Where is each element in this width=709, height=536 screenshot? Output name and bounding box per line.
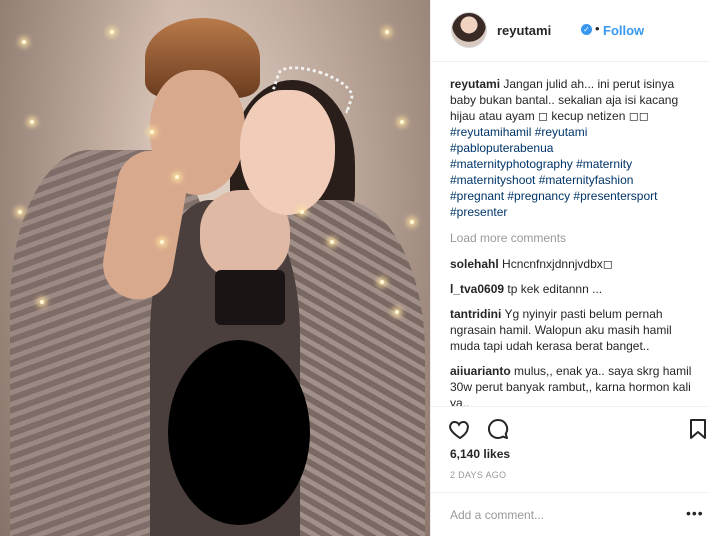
comment-username[interactable]: tantridini	[450, 307, 501, 321]
caption-hashtags[interactable]: #maternityshoot #maternityfashion	[450, 172, 700, 188]
header-separator: •	[595, 21, 600, 36]
comment-text: tp kek editannn ...	[507, 282, 603, 296]
load-more-comments-button[interactable]: Load more comments	[450, 230, 700, 246]
post-timestamp: 2 DAYS AGO	[450, 470, 507, 480]
fairy-light	[40, 300, 44, 304]
post-photo[interactable]	[0, 0, 430, 536]
add-comment-bar: •••	[431, 492, 709, 536]
post-sidebar: reyutami ✓ • Follow reyutami Jangan juli…	[430, 0, 709, 536]
comment-bubble-icon[interactable]	[486, 417, 510, 441]
caption-hashtags[interactable]: #reyutamihamil #reyutami	[450, 124, 700, 140]
post-header: reyutami ✓ • Follow	[431, 0, 709, 62]
fairy-light	[160, 240, 164, 244]
bookmark-icon[interactable]	[686, 417, 709, 441]
photo-top	[215, 270, 285, 325]
photo-man-face	[150, 70, 245, 195]
comment-item: aiiuarianto mulus,, enak ya.. saya skrg …	[450, 363, 700, 406]
fairy-light	[30, 120, 34, 124]
comment-username[interactable]: l_tva0609	[450, 282, 504, 296]
fairy-light	[110, 30, 114, 34]
comment-text: Hcncnfnxjdnnjvdbx◻	[502, 257, 613, 271]
likes-count[interactable]: 6,140 likes	[450, 447, 510, 461]
censor-blur	[168, 340, 310, 525]
comments-list[interactable]: reyutami Jangan julid ah... ini perut is…	[450, 76, 700, 406]
avatar[interactable]	[451, 12, 487, 48]
caption-username[interactable]: reyutami	[450, 77, 500, 91]
post-caption: reyutami Jangan julid ah... ini perut is…	[450, 76, 700, 220]
comment-username[interactable]: solehahl	[450, 257, 499, 271]
comment-username[interactable]: aiiuarianto	[450, 364, 511, 378]
fairy-light	[385, 30, 389, 34]
caption-hashtags[interactable]: #pabloputerabenua	[450, 140, 700, 156]
verified-badge-icon: ✓	[581, 24, 592, 35]
caption-hashtags[interactable]: #maternityphotography #maternity	[450, 156, 700, 172]
fairy-light	[175, 175, 179, 179]
fairy-light	[330, 240, 334, 244]
fairy-light	[300, 210, 304, 214]
header-username[interactable]: reyutami	[497, 23, 551, 38]
post-actions: 6,140 likes 2 DAYS AGO	[431, 406, 709, 492]
fairy-light	[22, 40, 26, 44]
fairy-light	[395, 310, 399, 314]
caption-hashtags[interactable]: #pregnant #pregnancy #presentersport	[450, 188, 700, 204]
fairy-light	[380, 280, 384, 284]
more-options-button[interactable]: •••	[686, 505, 704, 521]
fairy-light	[18, 210, 22, 214]
follow-button[interactable]: Follow	[603, 23, 644, 38]
caption-hashtags[interactable]: #presenter	[450, 204, 700, 220]
comment-item: tantridini Yg nyinyir pasti belum pernah…	[450, 306, 700, 354]
fairy-light	[150, 130, 154, 134]
heart-icon[interactable]	[448, 417, 472, 441]
comment-item: l_tva0609 tp kek editannn ...	[450, 281, 700, 297]
fairy-light	[410, 220, 414, 224]
comment-item: solehahl Hcncnfnxjdnnjvdbx◻	[450, 256, 700, 272]
fairy-light	[400, 120, 404, 124]
add-comment-input[interactable]	[450, 505, 670, 525]
photo-woman-face	[240, 90, 335, 215]
